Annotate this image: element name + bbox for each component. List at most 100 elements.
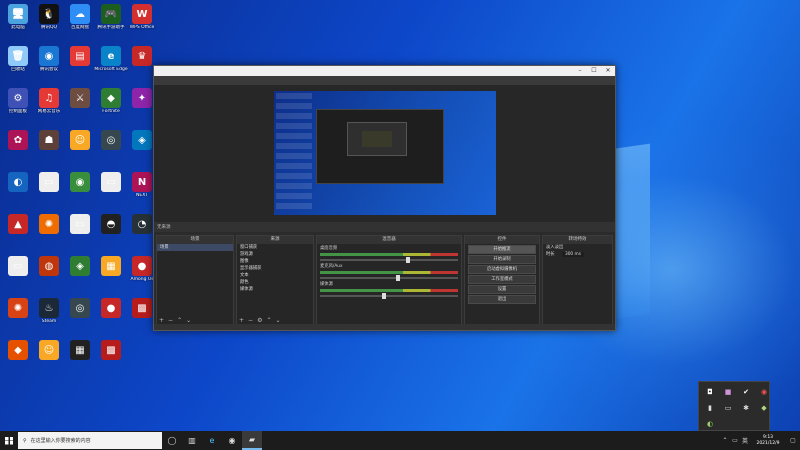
desktop-icon[interactable]: ☺ [32, 338, 66, 378]
minimize-button[interactable]: – [573, 66, 587, 76]
desktop-icon[interactable]: ◓ [94, 212, 128, 252]
up-icon[interactable]: ⌃ [177, 317, 182, 324]
desktop-icon[interactable]: ▩ [94, 338, 128, 378]
display-tray-icon[interactable]: ▭ [719, 400, 737, 416]
remove-icon[interactable]: − [248, 317, 253, 324]
active-app-taskbar-icon[interactable]: ▰ [242, 431, 262, 450]
desktop-icon[interactable]: ◎ [63, 296, 97, 336]
chevron-up-icon[interactable]: ⌃ [720, 437, 730, 444]
desktop-icon[interactable]: ▭ [32, 170, 66, 210]
desktop-icon[interactable]: ▲ [1, 212, 35, 252]
desktop-icon[interactable]: 🖥 此电脑 [1, 2, 35, 42]
desktop-icon[interactable]: ◉ 腾讯会议 [32, 44, 66, 84]
desktop-icon[interactable]: ▦ [63, 338, 97, 378]
up-icon[interactable]: ⌃ [266, 317, 271, 324]
down-icon[interactable]: ⌄ [186, 317, 191, 324]
start-button[interactable] [0, 431, 18, 450]
clock[interactable]: 9:13 2021/12/9 [750, 435, 786, 447]
volume-fader-knob[interactable] [405, 257, 410, 263]
desktop-icon[interactable]: ✺ [1, 296, 35, 336]
desktop-icon[interactable]: ▦ [94, 254, 128, 294]
task-view-icon[interactable]: ◯ [162, 431, 182, 450]
security-tray-icon[interactable]: ◐ [701, 416, 719, 432]
control-button[interactable]: 设置 [468, 285, 536, 294]
desktop-icon[interactable]: ♨ Steam [32, 296, 66, 336]
window-titlebar[interactable]: – ☐ ✕ [154, 66, 615, 76]
mixer-track: 麦克风/Aux [317, 262, 461, 281]
add-icon[interactable]: + [239, 317, 244, 324]
add-icon[interactable]: + [159, 317, 164, 324]
desktop-icon[interactable]: ☗ [32, 128, 66, 168]
source-item[interactable]: 游戏源 [237, 251, 313, 258]
volume-fader[interactable] [320, 275, 458, 281]
source-item[interactable]: 文本 [237, 272, 313, 279]
scene-item[interactable]: 场景 [157, 244, 233, 251]
taskbar-search[interactable]: ⚲ 在这里输入你要搜索的内容 [18, 432, 162, 449]
game-tray-icon[interactable]: ◆ [755, 400, 773, 416]
ime-icon[interactable]: 英 [740, 436, 750, 445]
desktop-icon[interactable]: W WPS Office [125, 2, 159, 42]
obs-taskbar-icon[interactable]: ◉ [222, 431, 242, 450]
volume-fader-knob[interactable] [395, 275, 400, 281]
widgets-icon[interactable]: ▥ [182, 431, 202, 450]
desktop-icon[interactable]: ▭ [63, 212, 97, 252]
remove-icon[interactable]: − [168, 317, 173, 324]
desktop-icon[interactable]: 🐧 腾讯QQ [32, 2, 66, 42]
desktop-icon-glyph: ◆ [101, 88, 121, 108]
obs-tray-icon[interactable]: ◘ [701, 384, 719, 400]
desktop-icon-glyph: 🖥 [8, 4, 28, 24]
volume-fader-knob[interactable] [382, 293, 387, 299]
down-icon[interactable]: ⌄ [275, 317, 280, 324]
control-button[interactable]: 工作室模式 [468, 275, 536, 284]
record-tray-icon[interactable]: ◉ [755, 384, 773, 400]
duration-input[interactable]: 300 ms [561, 252, 584, 257]
volume-fader[interactable] [320, 257, 458, 263]
desktop-icon[interactable]: ☁ 百度网盘 [63, 2, 97, 42]
desktop-icon[interactable]: ☺ [63, 128, 97, 168]
desktop-icon[interactable]: 🎮 腾讯手游助手 [94, 2, 128, 42]
close-button[interactable]: ✕ [601, 66, 615, 76]
control-button[interactable]: 启动虚拟摄像机 [468, 265, 536, 274]
desktop-icon[interactable]: 🗑 回收站 [1, 44, 35, 84]
source-item[interactable]: 图像 [237, 258, 313, 265]
desktop-icon[interactable]: ◈ [63, 254, 97, 294]
desktop-icon[interactable]: ◐ [1, 170, 35, 210]
desktop-icon[interactable]: ✿ [1, 128, 35, 168]
volume-fader[interactable] [320, 293, 458, 299]
desktop-icon[interactable]: ▭ [94, 170, 128, 210]
usb-tray-icon[interactable]: ▮ [701, 400, 719, 416]
network-icon[interactable]: ▭ [730, 437, 740, 444]
gear-icon[interactable]: ⚙ [257, 317, 262, 324]
source-item[interactable]: 窗口捕获 [237, 244, 313, 251]
desktop-icon[interactable]: ◆ [1, 338, 35, 378]
notification-icon[interactable]: ▢ [786, 437, 800, 444]
source-item[interactable]: 媒体源 [237, 286, 313, 293]
maximize-button[interactable]: ☐ [587, 66, 601, 76]
desktop-icon[interactable]: ◉ [63, 170, 97, 210]
bluetooth-tray-icon[interactable]: ✱ [737, 400, 755, 416]
source-item[interactable]: 颜色 [237, 279, 313, 286]
control-button[interactable]: 退出 [468, 295, 536, 304]
app-tray-icon[interactable]: ■ [719, 384, 737, 400]
edge-icon[interactable]: e [202, 431, 222, 450]
transition-select[interactable]: 淡入淡出 [543, 244, 612, 251]
desktop-icon[interactable]: ⚙ 控制面板 [1, 86, 35, 126]
check-tray-icon[interactable]: ✔ [737, 384, 755, 400]
desktop-icon[interactable]: e Microsoft Edge [94, 44, 128, 84]
desktop-icon[interactable]: ⚔ [63, 86, 97, 126]
desktop-icon[interactable]: ▤ [63, 44, 97, 84]
desktop-icon[interactable]: ♫ 网易云音乐 [32, 86, 66, 126]
control-button[interactable]: 开始录制 [468, 255, 536, 264]
preview-canvas[interactable] [274, 91, 496, 215]
docks-header: 无来源 [154, 222, 615, 232]
control-button[interactable]: 开始推流 [468, 245, 536, 254]
obs-window[interactable]: – ☐ ✕ 无来源 场景 场景 + − ⌃ ⌄ 来源 窗口捕获 游戏源 图像 显… [153, 65, 616, 331]
duration-label: 时长 [546, 252, 555, 257]
desktop-icon[interactable]: ◎ [94, 128, 128, 168]
desktop-icon[interactable]: ◆ Fortnite [94, 86, 128, 126]
desktop-icon[interactable]: ● [94, 296, 128, 336]
desktop-icon[interactable]: ✺ [32, 212, 66, 252]
desktop-icon[interactable]: ◍ [32, 254, 66, 294]
desktop-icon[interactable]: ▭ [1, 254, 35, 294]
source-item[interactable]: 显示器捕获 [237, 265, 313, 272]
